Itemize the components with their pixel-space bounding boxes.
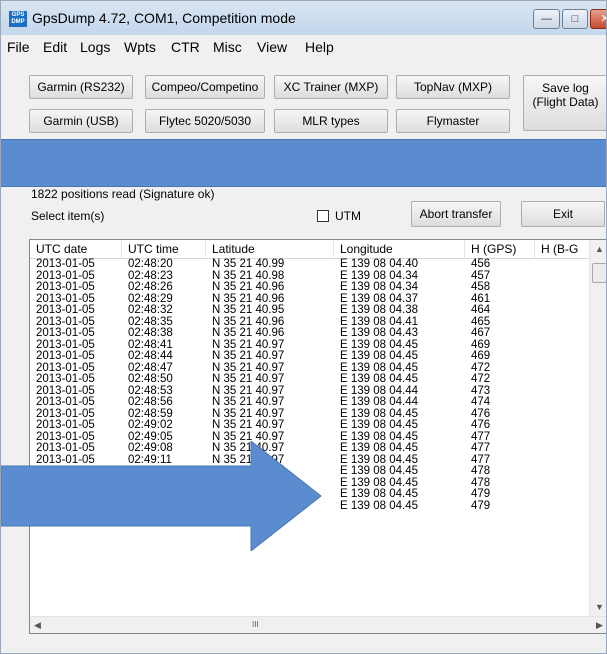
gpsdump-app-icon: GPS DMP <box>9 11 27 27</box>
scroll-right-icon[interactable]: ▶ <box>596 620 603 631</box>
close-button[interactable]: ✕ <box>590 9 606 29</box>
app-window: GPS DMP GpsDump 4.72, COM1, Competition … <box>0 0 607 654</box>
compeo-competino-button[interactable]: Compeo/Competino <box>145 75 265 99</box>
garmin-usb-button[interactable]: Garmin (USB) <box>29 109 133 133</box>
scroll-left-icon[interactable]: ◀ <box>34 620 41 631</box>
table-row[interactable]: 2013-01-05 02:48:50 N 35 21 40.97 E 139 08 … <box>30 373 590 386</box>
list-header: UTC date UTC time Latitude Longitude H (… <box>30 240 590 259</box>
highlight-banner <box>1 139 606 187</box>
scroll-thumb[interactable] <box>592 263 606 283</box>
column-utc-date[interactable]: UTC date <box>30 240 122 259</box>
flymaster-button[interactable]: Flymaster <box>396 109 510 133</box>
utm-checkbox[interactable] <box>317 210 329 222</box>
menu-logs[interactable]: Logs <box>80 39 110 55</box>
scroll-grip-icon[interactable]: III <box>252 620 259 629</box>
column-longitude[interactable]: Longitude <box>334 240 465 259</box>
menu-file[interactable]: File <box>7 39 30 55</box>
table-row[interactable]: 2013-01-05 02:48:56 N 35 21 40.97 E 139 08 … <box>30 396 590 409</box>
select-items-label: Select item(s) <box>31 209 105 223</box>
column-latitude[interactable]: Latitude <box>206 240 334 259</box>
table-row[interactable]: 2013-01-05 02:48:44 N 35 21 40.97 E 139 08 … <box>30 350 590 363</box>
save-log-button[interactable]: Save log (Flight Data) <box>523 75 606 131</box>
menu-ctr[interactable]: CTR <box>171 39 200 55</box>
xc-trainer-button[interactable]: XC Trainer (MXP) <box>274 75 388 99</box>
table-row[interactable]: 2013-01-05 02:48:32 N 35 21 40.95 E 139 08 … <box>30 304 590 317</box>
column-h-gps[interactable]: H (GPS) <box>465 240 535 259</box>
table-row[interactable]: 2013-01-05 02:48:26 N 35 21 40.96 E 139 08 … <box>30 281 590 294</box>
exit-button[interactable]: Exit <box>521 201 605 227</box>
horizontal-scrollbar[interactable]: ◀ III ▶ <box>30 616 606 633</box>
table-cell: E 139 08 04.45 <box>340 499 419 512</box>
track-points-list[interactable]: UTC date UTC time Latitude Longitude H (… <box>29 239 606 634</box>
maximize-button[interactable]: □ <box>562 9 588 29</box>
topnav-button[interactable]: TopNav (MXP) <box>396 75 510 99</box>
table-row[interactable]: 2013-01-05 02:48:53 N 35 21 40.97 E 139 08 … <box>30 385 590 398</box>
flytec-button[interactable]: Flytec 5020/5030 <box>145 109 265 133</box>
table-row[interactable]: 2013-01-05 02:48:29 N 35 21 40.96 E 139 08 … <box>30 293 590 306</box>
menu-misc[interactable]: Misc <box>213 39 242 55</box>
title-bar: GPS DMP GpsDump 4.72, COM1, Competition … <box>1 1 606 35</box>
right-arrow-icon <box>1 441 322 551</box>
column-h-baro[interactable]: H (B-G <box>535 240 590 259</box>
table-cell: 479 <box>471 499 491 512</box>
menu-help[interactable]: Help <box>305 39 334 55</box>
utm-label: UTM <box>335 209 361 223</box>
table-row[interactable]: 2013-01-05 02:48:41 N 35 21 40.97 E 139 08 … <box>30 339 590 352</box>
window-title: GpsDump 4.72, COM1, Competition mode <box>32 10 296 26</box>
abort-transfer-button[interactable]: Abort transfer <box>411 201 501 227</box>
table-row[interactable]: 2013-01-05 02:48:47 N 35 21 40.97 E 139 08 … <box>30 362 590 375</box>
column-utc-time[interactable]: UTC time <box>122 240 206 259</box>
menu-view[interactable]: View <box>257 39 287 55</box>
menu-wpts[interactable]: Wpts <box>124 39 156 55</box>
minimize-button[interactable]: — <box>533 9 560 29</box>
table-row[interactable]: 2013-01-05 02:48:20 N 35 21 40.99 E 139 08 … <box>30 258 590 271</box>
mlr-types-button[interactable]: MLR types <box>274 109 388 133</box>
menu-edit[interactable]: Edit <box>43 39 67 55</box>
menu-bar: File Edit Logs Wpts CTR Misc View Help <box>1 35 606 57</box>
scroll-down-icon[interactable]: ▼ <box>595 602 604 612</box>
vertical-scrollbar[interactable]: ▲ ▼ <box>589 240 606 616</box>
table-row[interactable]: 2013-01-05 02:48:59 N 35 21 40.97 E 139 08 … <box>30 408 590 421</box>
table-row[interactable]: 2013-01-05 02:48:38 N 35 21 40.96 E 139 08 … <box>30 327 590 340</box>
table-row[interactable]: 2013-01-05 02:48:35 N 35 21 40.96 E 139 08 … <box>30 316 590 329</box>
garmin-rs232-button[interactable]: Garmin (RS232) <box>29 75 133 99</box>
status-message: 1822 positions read (Signature ok) <box>31 187 215 201</box>
scroll-up-icon[interactable]: ▲ <box>595 244 604 254</box>
table-row[interactable]: 2013-01-05 02:49:02 N 35 21 40.97 E 139 08 … <box>30 419 590 432</box>
table-row[interactable]: 2013-01-05 02:48:23 N 35 21 40.98 E 139 08 … <box>30 270 590 283</box>
